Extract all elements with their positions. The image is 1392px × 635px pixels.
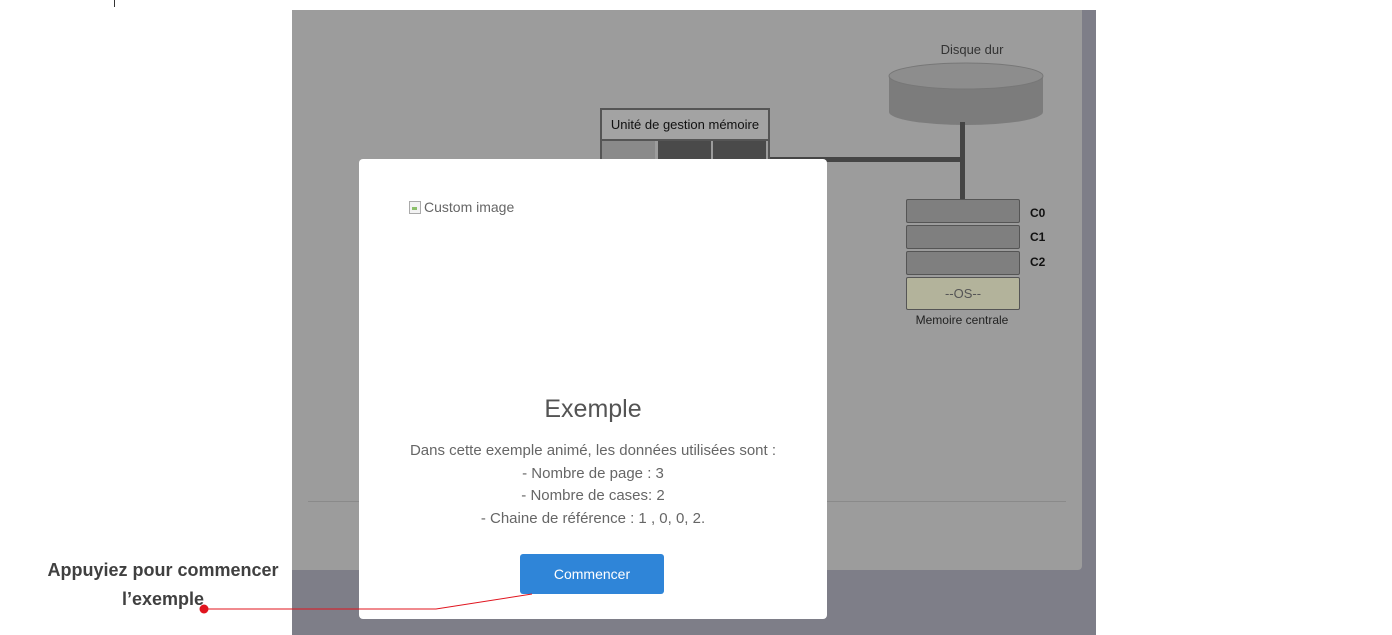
annotation-pointer (199, 593, 533, 614)
